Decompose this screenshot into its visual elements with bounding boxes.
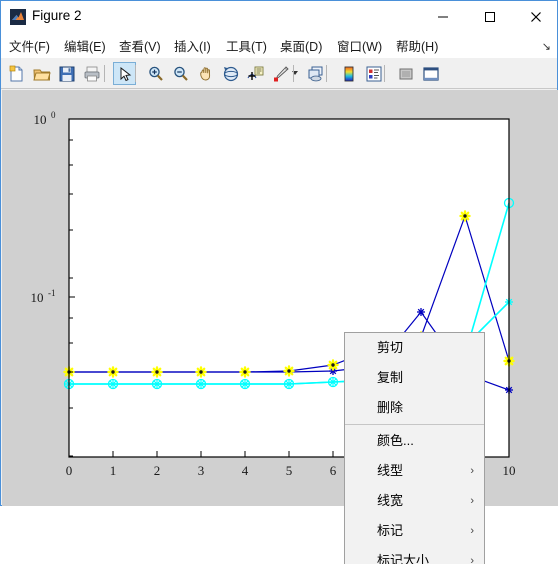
- ctx-label-line-width: 线宽: [377, 493, 404, 508]
- minimize-button[interactable]: [420, 1, 466, 32]
- print-figure-icon[interactable]: [80, 62, 103, 85]
- zoom-in-icon[interactable]: [144, 62, 167, 85]
- colorbar-icon[interactable]: [337, 62, 360, 85]
- context-menu[interactable]: 剪切 复制 删除 颜色... 线型 › 线宽 › 标记 › 标记大小 ›: [344, 332, 485, 564]
- svg-text:6: 6: [330, 463, 337, 478]
- ctx-item-color[interactable]: 颜色...: [345, 426, 484, 456]
- menu-edit[interactable]: 编辑(E): [64, 36, 106, 55]
- ctx-item-marker-size[interactable]: 标记大小 ›: [345, 546, 484, 564]
- svg-text:0: 0: [51, 110, 56, 120]
- menu-file[interactable]: 文件(F): [9, 36, 50, 55]
- brush-icon[interactable]: [269, 62, 292, 85]
- toolbar-separator: [384, 65, 385, 82]
- chevron-right-icon: ›: [470, 555, 474, 564]
- ctx-item-delete[interactable]: 删除: [345, 393, 484, 423]
- maximize-button[interactable]: [467, 1, 513, 32]
- title-bar: Figure 2: [1, 1, 557, 32]
- save-figure-icon[interactable]: [55, 62, 78, 85]
- menu-help[interactable]: 帮助(H): [396, 36, 438, 55]
- rotate-3d-icon[interactable]: [219, 62, 242, 85]
- ctx-label-marker: 标记: [377, 523, 404, 538]
- toolbar: [1, 58, 557, 89]
- toolbar-separator: [293, 65, 294, 82]
- menu-view[interactable]: 查看(V): [119, 36, 161, 55]
- chevron-right-icon: ›: [470, 525, 474, 537]
- svg-text:4: 4: [242, 463, 249, 478]
- hide-plot-tools-icon[interactable]: [394, 62, 417, 85]
- new-figure-icon[interactable]: [5, 62, 28, 85]
- svg-text:10: 10: [34, 112, 47, 127]
- toolbar-separator: [104, 65, 105, 82]
- window-title: Figure 2: [32, 8, 82, 23]
- pan-hand-icon[interactable]: [194, 62, 217, 85]
- zoom-out-icon[interactable]: [169, 62, 192, 85]
- ctx-label-marker-size: 标记大小: [377, 553, 430, 564]
- matlab-logo-icon: [10, 9, 26, 25]
- legend-icon[interactable]: [362, 62, 385, 85]
- menu-bar: 文件(F) 编辑(E) 查看(V) 插入(I) 工具(T) 桌面(D) 窗口(W…: [1, 32, 557, 58]
- chevron-right-icon: ›: [470, 495, 474, 507]
- svg-text:3: 3: [198, 463, 205, 478]
- open-file-icon[interactable]: [30, 62, 53, 85]
- ctx-item-line-style[interactable]: 线型 ›: [345, 456, 484, 486]
- link-plot-icon[interactable]: [304, 62, 327, 85]
- chevron-right-icon: ›: [470, 465, 474, 477]
- show-plot-tools-icon[interactable]: [419, 62, 442, 85]
- ctx-item-line-width[interactable]: 线宽 ›: [345, 486, 484, 516]
- menu-tools[interactable]: 工具(T): [226, 36, 267, 55]
- ctx-item-copy[interactable]: 复制: [345, 363, 484, 393]
- close-button[interactable]: [513, 1, 558, 32]
- svg-text:1: 1: [110, 463, 117, 478]
- figure-canvas[interactable]: 0 1 2 3 4 5 6 10 10 0 10 -1 剪切 复制 删除 颜色... …: [2, 90, 558, 564]
- context-menu-separator: [345, 424, 484, 425]
- menu-desktop[interactable]: 桌面(D): [280, 36, 322, 55]
- data-cursor-icon[interactable]: [244, 62, 267, 85]
- screenshot-root: Figure 2 文件(F) 编辑(E) 查看(V) 插入(I) 工具(T) 桌…: [0, 0, 558, 564]
- svg-text:-1: -1: [48, 288, 56, 298]
- svg-text:0: 0: [66, 463, 73, 478]
- svg-text:2: 2: [154, 463, 161, 478]
- svg-text:10: 10: [31, 290, 44, 305]
- menu-overflow-icon[interactable]: ↘: [542, 40, 551, 53]
- svg-text:10: 10: [503, 463, 516, 478]
- toolbar-separator: [135, 65, 136, 82]
- toolbar-separator: [326, 65, 327, 82]
- figure-window: Figure 2 文件(F) 编辑(E) 查看(V) 插入(I) 工具(T) 桌…: [0, 0, 558, 564]
- menu-window[interactable]: 窗口(W): [337, 36, 382, 55]
- y-tick-labels: 10 0 10 -1: [31, 110, 57, 305]
- pointer-icon[interactable]: [113, 62, 136, 85]
- ctx-item-cut[interactable]: 剪切: [345, 333, 484, 363]
- svg-text:5: 5: [286, 463, 293, 478]
- menu-insert[interactable]: 插入(I): [174, 36, 211, 55]
- ctx-label-line-style: 线型: [377, 463, 404, 478]
- ctx-item-marker[interactable]: 标记 ›: [345, 516, 484, 546]
